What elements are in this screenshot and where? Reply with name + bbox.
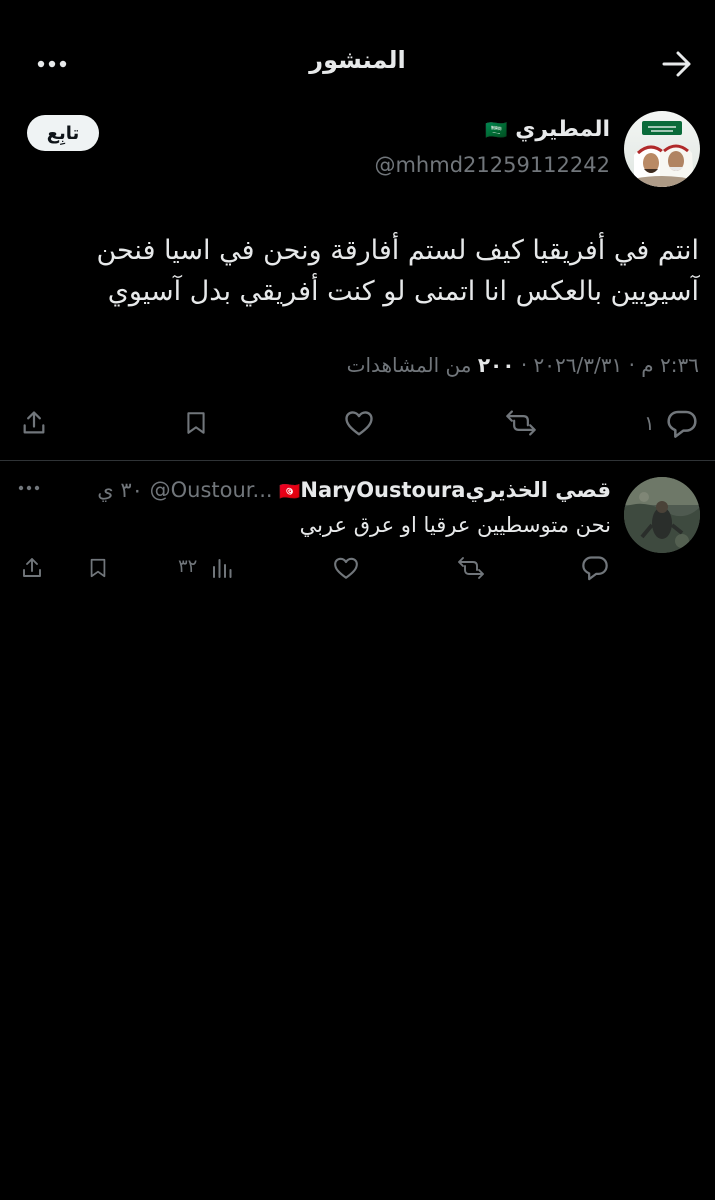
heart-icon bbox=[345, 411, 373, 436]
tunisia-flag-emoji: 🇹🇳 bbox=[279, 482, 301, 502]
follow-button[interactable]: تابِع bbox=[27, 115, 99, 151]
bookmark-icon bbox=[90, 558, 106, 578]
reply-button[interactable]: ١ bbox=[640, 403, 704, 443]
post-text-line-1: انتم في أفريقيا كيف لستم أفارقة ونحن في … bbox=[96, 235, 699, 266]
reply-repost-button[interactable] bbox=[454, 552, 488, 584]
views-count: ٢٠٠ bbox=[477, 353, 515, 377]
reply-header: قصي الخذيري 🇹🇳NaryOustoura @Oustour... ٣٠… bbox=[97, 478, 611, 502]
bookmark-icon bbox=[187, 412, 205, 434]
back-button[interactable] bbox=[655, 44, 699, 84]
repost-icon bbox=[458, 557, 484, 579]
more-horizontal-icon bbox=[18, 485, 40, 491]
reply-reply-button[interactable] bbox=[578, 552, 612, 584]
reply-author-username[interactable]: NaryOustoura bbox=[300, 478, 465, 502]
post-text-line-2: آسيويين بالعكس انا اتمنى لو كنت أفريقي ب… bbox=[107, 276, 699, 307]
follow-button-label: تابِع bbox=[46, 122, 80, 144]
arrow-right-icon bbox=[662, 51, 691, 77]
repost-button[interactable] bbox=[500, 403, 542, 443]
views-label: من المشاهدات bbox=[346, 353, 478, 377]
reply-view-count: ٣٢ bbox=[178, 556, 198, 577]
reply-time: ٣٠ ي bbox=[97, 478, 143, 502]
reply-views-button[interactable]: ٣٢ bbox=[176, 552, 240, 584]
author-avatar[interactable] bbox=[624, 111, 700, 187]
bookmark-button[interactable] bbox=[176, 403, 216, 443]
reply-like-button[interactable] bbox=[330, 552, 362, 584]
author-handle[interactable]: @mhmd21259112242 bbox=[374, 153, 610, 177]
share-icon bbox=[23, 558, 41, 577]
post-datetime: ٢:٣٦ م · ٢٠٢٦/٣/٣١ · bbox=[514, 353, 699, 377]
reply-text: نحن متوسطيين عرقيا او عرق عربي bbox=[299, 513, 611, 537]
post-meta: ٢:٣٦ م · ٢٠٢٦/٣/٣١ · ٢٠٠ من المشاهدات bbox=[347, 353, 699, 377]
bar-chart-icon bbox=[213, 559, 232, 578]
speech-bubble-icon bbox=[667, 410, 697, 438]
reply-more-button[interactable] bbox=[14, 478, 44, 498]
avatar-image bbox=[624, 477, 700, 553]
author-name-row[interactable]: المطيري 🇸🇦 bbox=[485, 117, 610, 142]
heart-icon bbox=[334, 557, 358, 579]
reply-count: ١ bbox=[644, 411, 655, 435]
share-icon bbox=[23, 411, 45, 434]
reply-bookmark-button[interactable] bbox=[82, 552, 114, 584]
reply-author-name[interactable]: قصي الخذيري bbox=[465, 478, 611, 502]
reply-handle[interactable]: @Oustour... bbox=[150, 478, 273, 502]
saudi-flag-emoji: 🇸🇦 bbox=[485, 120, 508, 141]
divider bbox=[0, 460, 715, 461]
reply-avatar[interactable] bbox=[624, 477, 700, 553]
repost-icon bbox=[506, 410, 536, 436]
page-title: المنشور bbox=[309, 46, 406, 74]
reply-share-button[interactable] bbox=[16, 552, 48, 584]
share-button[interactable] bbox=[14, 403, 54, 443]
avatar-image bbox=[624, 111, 700, 187]
author-name: المطيري bbox=[515, 117, 610, 142]
speech-bubble-icon bbox=[582, 556, 608, 581]
like-button[interactable] bbox=[338, 403, 380, 443]
